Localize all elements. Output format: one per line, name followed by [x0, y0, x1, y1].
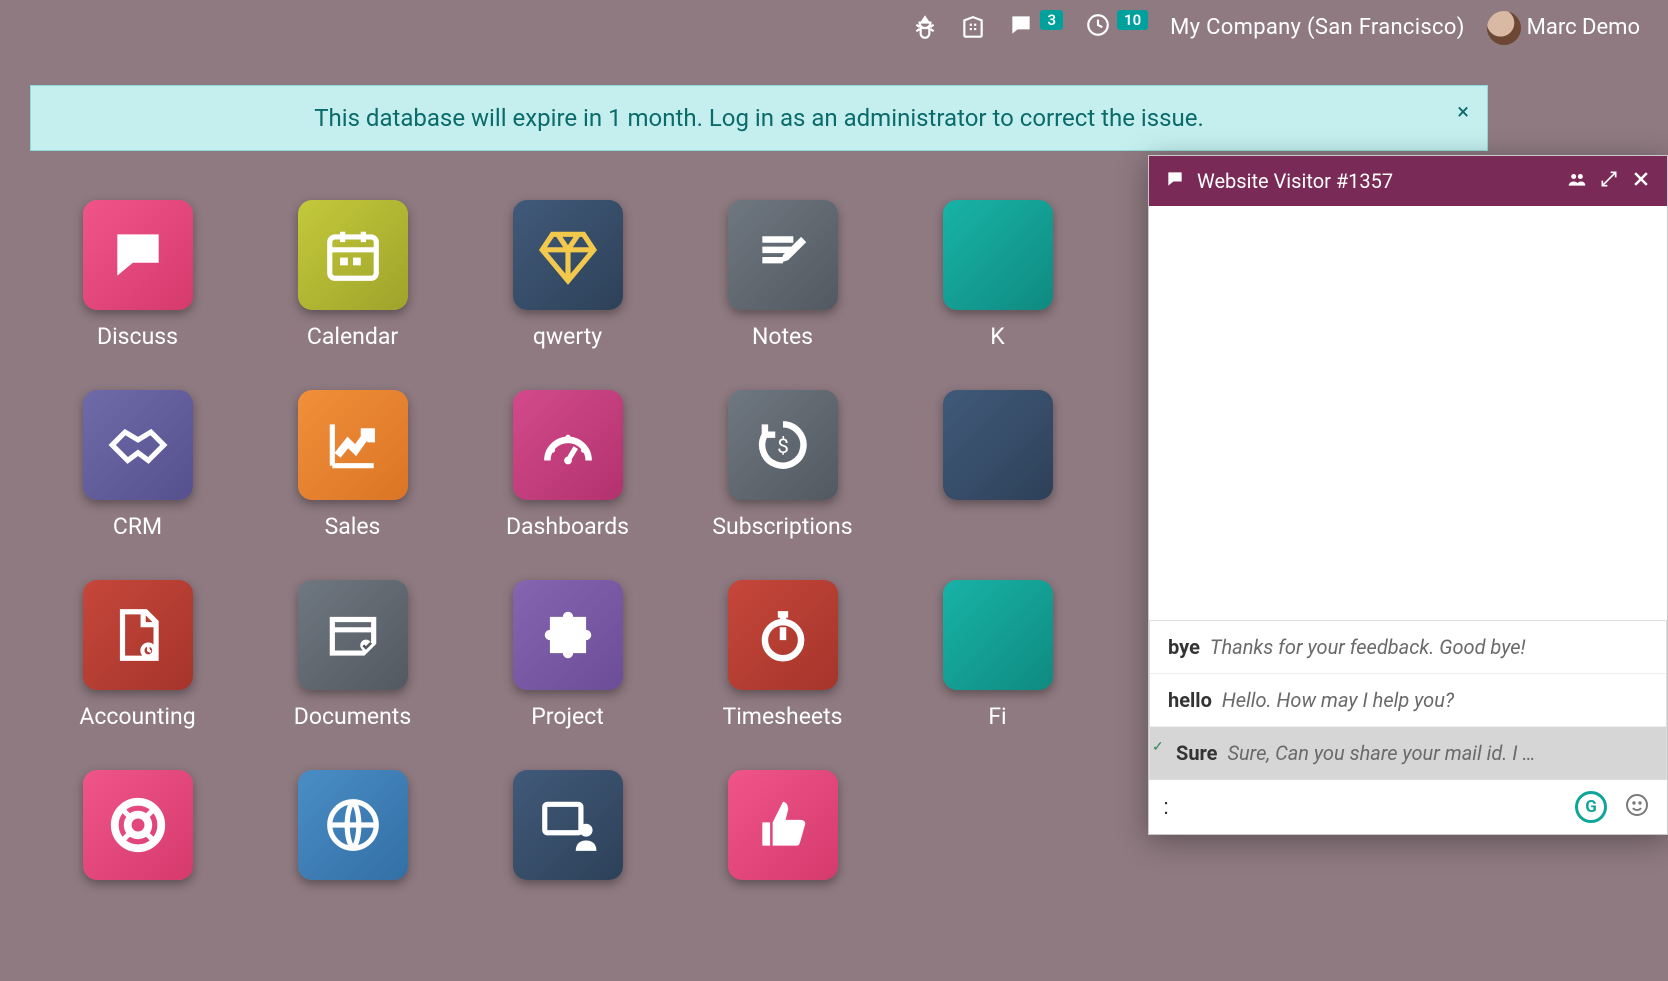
app-crm[interactable]: CRM [30, 390, 245, 580]
user-menu[interactable]: Marc Demo [1487, 11, 1640, 45]
suggestion-keyword: bye [1168, 635, 1200, 659]
chat-bubble-icon [1165, 169, 1185, 193]
timer-icon [728, 580, 838, 690]
suggestion-hello[interactable]: hello Hello. How may I help you? [1150, 673, 1666, 726]
messages-button[interactable]: 3 [1008, 12, 1063, 44]
app-label: Sales [325, 513, 381, 540]
grammarly-icon[interactable]: G [1575, 791, 1607, 823]
cycle-icon: $ [728, 390, 838, 500]
chat-input[interactable] [1163, 794, 1557, 820]
suggestion-keyword: Sure [1176, 741, 1217, 765]
user-name: Marc Demo [1527, 15, 1640, 40]
suggestion-text: Thanks for your feedback. Good bye! [1210, 635, 1526, 659]
company-switcher[interactable]: My Company (San Francisco) [1170, 15, 1465, 40]
app-label: Accounting [79, 703, 195, 730]
suggestion-text: Hello. How may I help you? [1222, 688, 1454, 712]
chat-input-row: G [1149, 779, 1667, 834]
activities-button[interactable]: 10 [1085, 12, 1148, 44]
app-accounting[interactable]: Accounting [30, 580, 245, 770]
debug-icon[interactable] [912, 15, 938, 41]
app-slot-18[interactable] [675, 770, 890, 960]
suggestion-keyword: hello [1168, 688, 1212, 712]
suggestion-sure[interactable]: Sure Sure, Can you share your mail id. I … [1150, 726, 1666, 779]
close-chat-icon[interactable] [1631, 169, 1651, 193]
file-icon [83, 580, 193, 690]
suggestion-text: Sure, Can you share your mail id. I … [1227, 741, 1535, 765]
app-sales[interactable]: Sales [245, 390, 460, 580]
calendar-icon [298, 200, 408, 310]
app-project[interactable]: Project [460, 580, 675, 770]
app-icon [943, 200, 1053, 310]
chat-panel: Website Visitor #1357 bye Thanks for your… [1148, 155, 1668, 835]
app-documents[interactable]: Documents [245, 580, 460, 770]
building-icon[interactable] [960, 15, 986, 41]
app-timesheets[interactable]: Timesheets [675, 580, 890, 770]
app-label: qwerty [533, 323, 602, 350]
app-label: Notes [752, 323, 813, 350]
app-slot-16[interactable] [245, 770, 460, 960]
group-icon[interactable] [1567, 169, 1587, 193]
chat-title: Website Visitor #1357 [1197, 169, 1555, 193]
app-label: Timesheets [722, 703, 842, 730]
app-subscriptions[interactable]: $ Subscriptions [675, 390, 890, 580]
chat-icon [83, 200, 193, 310]
globe-icon [298, 770, 408, 880]
app-slot-9[interactable] [890, 390, 1105, 580]
lifering-icon [83, 770, 193, 880]
gauge-icon [513, 390, 623, 500]
app-icon [943, 580, 1053, 690]
notes-icon [728, 200, 838, 310]
teach-icon [513, 770, 623, 880]
app-label: CRM [113, 513, 162, 540]
top-navbar: 3 10 My Company (San Francisco) Marc Dem… [0, 0, 1668, 55]
app-discuss[interactable]: Discuss [30, 200, 245, 390]
app-label: Discuss [97, 323, 178, 350]
handshake-icon [83, 390, 193, 500]
app-slot-17[interactable] [460, 770, 675, 960]
emoji-icon[interactable] [1625, 793, 1649, 821]
chat-body [1149, 206, 1667, 620]
app-notes[interactable]: Notes [675, 200, 890, 390]
app-label: K [990, 323, 1004, 350]
app-qwerty[interactable]: qwerty [460, 200, 675, 390]
app-slot-15[interactable] [30, 770, 245, 960]
chart-icon [298, 390, 408, 500]
close-icon[interactable]: × [1457, 100, 1469, 125]
expiry-alert: This database will expire in 1 month. Lo… [30, 85, 1488, 151]
activities-badge: 10 [1117, 10, 1148, 30]
app-dashboards[interactable]: Dashboards [460, 390, 675, 580]
avatar [1487, 11, 1521, 45]
svg-text:$: $ [777, 435, 789, 459]
app-label: Fi [988, 703, 1006, 730]
alert-text: This database will expire in 1 month. Lo… [314, 104, 1204, 132]
app-label: Subscriptions [712, 513, 852, 540]
app-calendar[interactable]: Calendar [245, 200, 460, 390]
chat-header[interactable]: Website Visitor #1357 [1149, 156, 1667, 206]
canned-suggestions: bye Thanks for your feedback. Good bye! he… [1149, 620, 1667, 779]
app-k[interactable]: K [890, 200, 1105, 390]
app-label: Dashboards [506, 513, 629, 540]
inbox-icon [298, 580, 408, 690]
app-label: Calendar [307, 323, 398, 350]
suggestion-bye[interactable]: bye Thanks for your feedback. Good bye! [1150, 621, 1666, 673]
messages-badge: 3 [1040, 10, 1063, 30]
diamond-icon [513, 200, 623, 310]
expand-icon[interactable] [1599, 169, 1619, 193]
thumb-icon [728, 770, 838, 880]
puzzle-icon [513, 580, 623, 690]
app-fi[interactable]: Fi [890, 580, 1105, 770]
app-label: Documents [294, 703, 411, 730]
app-icon [943, 390, 1053, 500]
app-label: Project [531, 703, 603, 730]
